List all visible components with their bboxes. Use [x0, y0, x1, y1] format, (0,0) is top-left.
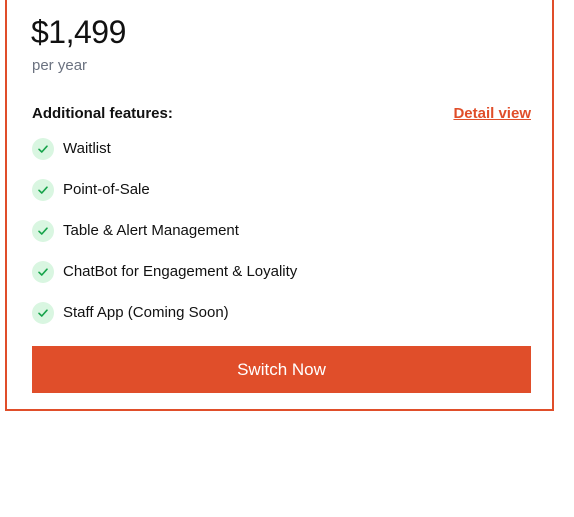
- feature-item-staff-app: Staff App (Coming Soon): [32, 301, 297, 342]
- detail-view-link[interactable]: Detail view: [453, 104, 531, 124]
- feature-label: Table & Alert Management: [63, 222, 239, 239]
- check-icon: [32, 179, 54, 201]
- feature-label: ChatBot for Engagement & Loyality: [63, 263, 298, 280]
- pricing-card: $1,499 per year Additional features: Det…: [5, 0, 554, 411]
- feature-label: Staff App (Coming Soon): [63, 304, 229, 321]
- check-icon: [32, 261, 54, 283]
- check-icon: [32, 220, 54, 242]
- plan-price: $1,499: [31, 14, 126, 50]
- feature-item-table-alert: Table & Alert Management: [32, 219, 297, 260]
- check-icon: [32, 138, 54, 160]
- plan-period: per year: [32, 57, 88, 74]
- features-heading: Additional features:: [32, 105, 173, 122]
- check-icon: [32, 302, 54, 324]
- feature-label: Waitlist: [63, 140, 111, 157]
- feature-list: Waitlist Point-of-Sale Table & Alert Man…: [32, 137, 297, 342]
- feature-item-chatbot: ChatBot for Engagement & Loyality: [32, 260, 297, 301]
- feature-item-waitlist: Waitlist: [32, 137, 297, 178]
- feature-label: Point-of-Sale: [63, 181, 150, 198]
- feature-item-point-of-sale: Point-of-Sale: [32, 178, 297, 219]
- switch-now-button[interactable]: Switch Now: [32, 346, 531, 393]
